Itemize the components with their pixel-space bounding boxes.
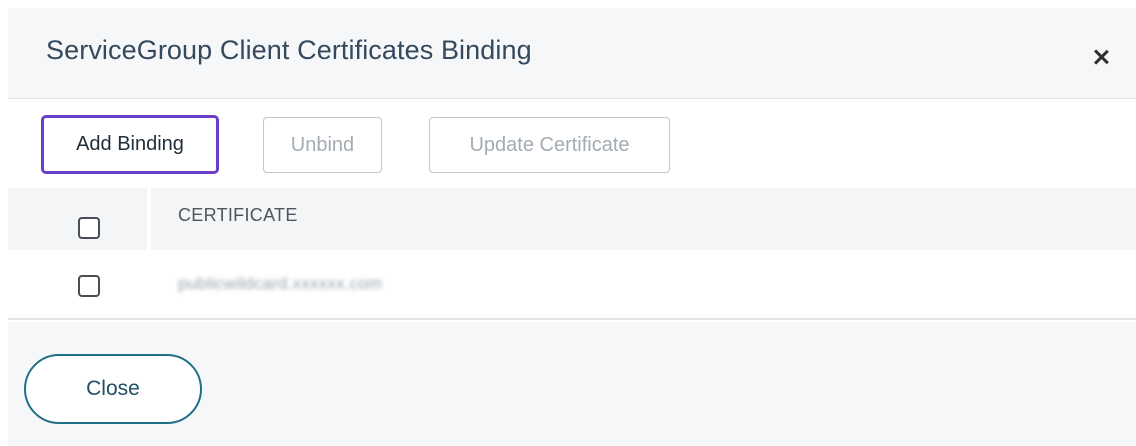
table-row[interactable]: publicwildcard.xxxxxx.com [8, 250, 1136, 320]
column-resize-handle[interactable] [1130, 206, 1136, 226]
toolbar: Add Binding Unbind Update Certificate [8, 98, 1136, 189]
certificates-table: CERTIFICATE publicwildcard.xxxxxx.com [8, 188, 1136, 320]
dialog-footer: Close [8, 322, 1136, 446]
certificate-cell: publicwildcard.xxxxxx.com [178, 274, 383, 293]
row-checkbox[interactable] [78, 275, 100, 297]
close-button[interactable]: Close [24, 354, 202, 424]
unbind-button[interactable]: Unbind [263, 117, 382, 173]
column-header-certificate[interactable]: CERTIFICATE [178, 205, 298, 226]
service-group-client-certificates-dialog: ServiceGroup Client Certificates Binding… [0, 0, 1136, 446]
select-all-checkbox[interactable] [78, 217, 100, 239]
update-certificate-button[interactable]: Update Certificate [429, 117, 670, 173]
dialog-header: ServiceGroup Client Certificates Binding [8, 8, 1136, 98]
column-divider [147, 188, 151, 250]
add-binding-button[interactable]: Add Binding [41, 115, 219, 174]
dialog-title: ServiceGroup Client Certificates Binding [46, 35, 532, 65]
close-icon[interactable] [1090, 46, 1112, 68]
table-header: CERTIFICATE [8, 188, 1136, 250]
